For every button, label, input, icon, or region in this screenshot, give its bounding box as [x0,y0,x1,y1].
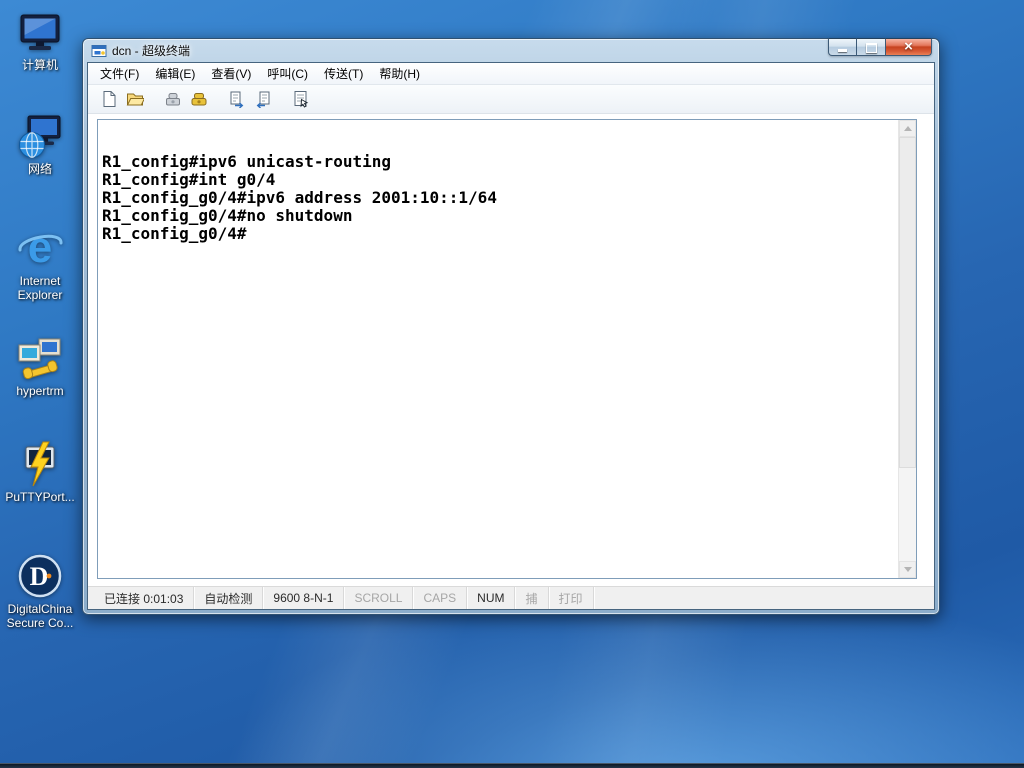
properties-icon [294,91,309,108]
menu-item-edit[interactable]: 编辑(E) [147,62,203,85]
receive-button[interactable] [250,87,276,111]
desktop-icon-putty[interactable]: PuTTYPort... [1,440,79,504]
hyperterminal-icon [18,338,61,380]
menu-item-transfer[interactable]: 传送(T) [316,62,371,85]
terminal-line: R1_config#ipv6 unicast-routing [102,152,391,171]
close-icon: × [904,38,913,55]
status-scroll: SCROLL [344,587,414,609]
minimize-icon [838,49,847,52]
window-controls: × [828,38,932,56]
maximize-icon [865,42,877,53]
new-document-icon [103,91,116,107]
scrollbar-thumb[interactable] [899,137,916,468]
vertical-scrollbar[interactable] [898,120,916,578]
terminal-line: R1_config_g0/4#ipv6 address 2001:10::1/6… [102,188,497,207]
call-button[interactable] [160,87,186,111]
desktop-icon-label: 网络 [27,162,52,176]
toolbar [88,85,934,114]
status-num: NUM [467,587,516,609]
desktop-icon-network[interactable]: 网络 [1,112,79,176]
desktop-icon-label: PuTTYPort... [5,490,75,504]
arrow-up-icon [903,126,912,131]
call-icon [166,93,180,106]
disconnect-icon [191,93,207,106]
arrow-down-icon [903,567,912,572]
open-folder-icon [126,93,144,106]
terminal-client-area: R1_config#ipv6 unicast-routing R1_config#… [88,114,934,586]
scrollbar-track[interactable] [899,137,916,561]
menubar: 文件(F) 编辑(E) 查看(V) 呼叫(C) 传送(T) 帮助(H) [88,63,934,85]
terminal-frame: R1_config#ipv6 unicast-routing R1_config#… [97,119,917,579]
computer-icon [20,14,60,50]
open-button[interactable] [122,87,148,111]
status-capture: 捕 [515,587,549,609]
disconnect-button[interactable] [186,87,212,111]
digitalchina-icon: D [18,554,62,598]
terminal-line: R1_config#int g0/4 [102,170,276,189]
status-baud: 9600 8-N-1 [263,587,345,609]
hyperterminal-window: dcn - 超级终端 × 文件(F) 编辑(E) 查看(V) 呼叫(C) 传送(… [82,38,940,615]
desktop-icon-label: DigitalChina Secure Co... [6,602,74,630]
menu-item-view[interactable]: 查看(V) [203,62,259,85]
receive-icon [256,91,270,108]
terminal-line: R1_config_g0/4# [102,224,247,243]
desktop-icon-internet-explorer[interactable]: e Internet Explorer [1,224,79,302]
send-icon [230,91,244,108]
desktop-icon-hypertrm[interactable]: hypertrm [1,334,79,398]
terminal-line: R1_config_g0/4#no shutdown [102,206,353,225]
statusbar: 已连接 0:01:03 自动检测 9600 8-N-1 SCROLL CAPS … [88,586,934,609]
desktop-icon-label: hypertrm [16,384,64,398]
send-button[interactable] [224,87,250,111]
desktop-icon-label: Internet Explorer [17,274,63,302]
desktop-icon-digitalchina[interactable]: D DigitalChina Secure Co... [1,552,79,630]
new-button[interactable] [96,87,122,111]
terminal-text-area[interactable]: R1_config#ipv6 unicast-routing R1_config#… [98,120,898,578]
status-print: 打印 [549,587,594,609]
close-button[interactable]: × [885,38,932,56]
svg-text:e: e [28,224,52,272]
scroll-up-button[interactable] [899,120,916,137]
putty-icon [25,441,55,487]
properties-button[interactable] [288,87,314,111]
minimize-button[interactable] [828,38,857,56]
window-icon [91,44,107,57]
status-connection: 已连接 0:01:03 [94,587,195,609]
menu-item-call[interactable]: 呼叫(C) [259,62,316,85]
svg-text:D: D [30,562,49,591]
window-title: dcn - 超级终端 [112,44,191,58]
menu-item-help[interactable]: 帮助(H) [371,62,428,85]
menu-item-file[interactable]: 文件(F) [92,62,147,85]
maximize-button[interactable] [857,38,885,56]
desktop-icon-label: 计算机 [21,58,58,72]
network-icon [19,115,61,158]
status-autodetect: 自动检测 [194,587,264,609]
internet-explorer-icon: e [18,224,63,272]
desktop-icon-computer[interactable]: 计算机 [1,8,79,72]
titlebar[interactable]: dcn - 超级终端 × [83,38,939,62]
window-body: 文件(F) 编辑(E) 查看(V) 呼叫(C) 传送(T) 帮助(H) R1_c… [87,62,935,610]
desktop: 计算机 网络 e Internet Explorer hypertrm PuTT… [0,0,1024,768]
scroll-down-button[interactable] [899,561,916,578]
status-caps: CAPS [413,587,468,609]
